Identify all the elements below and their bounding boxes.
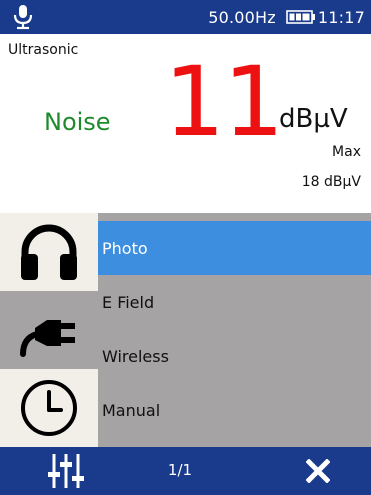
battery-icon xyxy=(286,10,315,24)
close-icon xyxy=(306,459,330,483)
headphones-button[interactable] xyxy=(0,213,98,291)
headphones-icon xyxy=(21,224,77,280)
measurement-value: 11 xyxy=(164,46,284,158)
page-indicator: 1/1 xyxy=(167,461,193,479)
unit-label: dBµV xyxy=(279,104,348,134)
mode-label: Ultrasonic xyxy=(8,42,79,58)
menu-panel: Photo E Field Wireless Manual xyxy=(0,213,371,447)
clock-icon xyxy=(21,380,77,436)
frequency-readout: 50.00Hz xyxy=(208,7,276,27)
menu-item-wireless[interactable]: Wireless xyxy=(98,329,371,383)
close-button[interactable] xyxy=(296,451,340,491)
menu-item-label: Photo xyxy=(102,238,148,258)
status-bar: 50.00Hz 11:17 xyxy=(0,0,371,34)
clock-button[interactable] xyxy=(0,369,98,447)
sliders-icon xyxy=(48,454,84,488)
menu-item-manual[interactable]: Manual xyxy=(98,383,371,437)
metric-label: Noise xyxy=(44,108,111,136)
bottom-bar: 1/1 xyxy=(0,447,371,495)
menu-item-photo[interactable]: Photo xyxy=(98,221,371,275)
status-info: 50.00Hz 11:17 xyxy=(208,0,365,34)
clock-time: 11:17 xyxy=(317,7,365,27)
menu-item-label: E Field xyxy=(102,292,155,312)
menu-item-label: Manual xyxy=(102,400,161,420)
plug-icon xyxy=(20,320,75,357)
plug-button[interactable] xyxy=(0,291,98,369)
settings-button[interactable] xyxy=(40,451,92,491)
microphone-icon[interactable] xyxy=(12,4,34,30)
menu-icon-column xyxy=(0,213,98,447)
menu-item-label: Wireless xyxy=(102,346,169,366)
max-value: 18 dBµV xyxy=(301,174,361,190)
menu-item-e-field[interactable]: E Field xyxy=(98,275,371,329)
max-label: Max xyxy=(332,144,361,160)
